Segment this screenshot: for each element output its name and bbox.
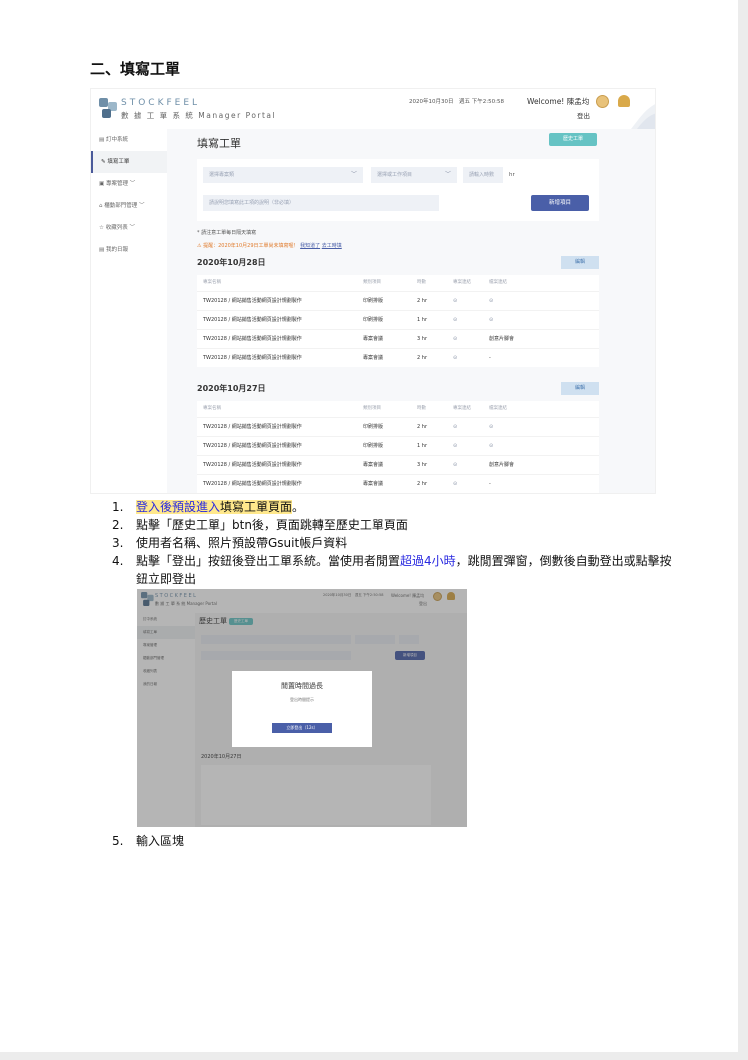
table-row[interactable]: TW20128 / 網站銷售活動網頁設計規劃製作 印刷排版 1 hr ⊝ ⊝ [197,436,599,455]
page-bottom-gutter [0,1052,748,1060]
notification-bell-icon[interactable] [618,95,630,107]
logout-link[interactable]: 登出 [577,110,590,120]
description-input[interactable]: 請說明您填寫此工項的說明（非必填） [203,195,439,211]
link-icon: ⊝ [489,317,494,323]
link-icon: ⊝ [453,355,458,361]
list-item: 4. 點擊「登出」按鈕後登出工單系統。當使用者閒置超過4小時，跳閒置彈窗，倒數後自… [112,554,672,586]
page-title: 填寫工單 [197,137,241,150]
hours-input[interactable]: 請輸入時數 [463,167,503,183]
fill-rule-note: * 請注意工單每日隔天填寫 [197,230,257,236]
dismiss-link[interactable]: 我知道了 [300,243,320,249]
list-item: 2. 點擊「歷史工單」btn後，頁面跳轉至歷史工單頁面 [112,518,408,532]
chevron-down-icon: ﹀ [444,171,451,178]
page-right-gutter [738,0,748,1060]
sidebar-item-daily[interactable]: ▤ 我的日報 [91,239,167,261]
link-icon: ⊝ [489,424,494,430]
table-header: 專案名稱 類別項目 時數 專案連結 檔案連結 [203,406,507,411]
table-row[interactable]: TW20128 / 網站銷售活動網頁設計規劃製作 專案會議 3 hr ⊝ 創意片腳會 [197,455,599,474]
sidebar-item-write-ticket[interactable]: ✎ 填寫工單 [91,151,167,173]
go-fill-link[interactable]: 去工時填 [322,243,342,249]
work-item-select[interactable]: 選擇或工作項目 ﹀ [371,167,457,183]
chevron-down-icon: ﹀ [350,171,357,178]
idle-logout-screenshot: STOCKFEEL 數 據 工 單 系 統 Manager Portal 202… [137,589,467,827]
main-content: 填寫工單 歷史工單 選擇專案類 ﹀ 選擇或工作項目 ﹀ 請輸入時數 hr 請說明您填… [167,129,655,493]
welcome-text: Welcome! 陳孟均 [527,97,590,106]
link-icon: ⊝ [453,336,458,342]
table-row[interactable]: TW20128 / 網站銷售活動網頁設計規劃製作 印刷排版 1 hr ⊝ ⊝ [197,310,599,329]
day-date: 2020年10月28日 [197,258,266,267]
stockfeel-logo-icon [99,98,117,120]
project-select[interactable]: 選擇專案類 ﹀ [203,167,363,183]
header-decoration-icon [631,104,655,129]
table-row[interactable]: TW20128 / 網站銷售活動網頁設計規劃製作 專案會議 3 hr ⊝ 創意片腳會 [197,329,599,348]
table-row[interactable]: TW20128 / 網站銷售活動網頁設計規劃製作 專案會議 2 hr ⊝ - [197,474,599,493]
reminder-note: ⚠ 提醒：2020年10月29日工單尚未填寫喔！ 我知道了 去工時填 [197,243,342,249]
sidebar: ▤ 訂中系統 ✎ 填寫工單 ▣ 專案管理 ﹀ ⌂ 櫃動部門管理 ﹀ ☆ 收藏列表… [91,129,167,493]
edit-button[interactable]: 編輯 [561,256,599,269]
link-icon: ⊝ [453,481,458,487]
requirement-list: 1. 登入後預設進入填寫工單頁面。 2. 點擊「歷史工單」btn後，頁面跳轉至歷史… [112,498,672,588]
sidebar-item-department[interactable]: ⌂ 櫃動部門管理 ﹀ [91,195,167,217]
brand-name: STOCKFEEL [121,98,201,108]
section-title: 二、填寫工單 [90,60,181,78]
day-date: 2020年10月27日 [197,384,266,393]
link-icon: ⊝ [489,443,494,449]
add-item-button[interactable]: 新增項目 [531,195,589,211]
write-ticket-screenshot: STOCKFEEL 數 據 工 單 系 統 Manager Portal 202… [90,88,656,494]
link-icon: ⊝ [489,298,494,304]
requirement-list-cont: 5. 輸入區塊 [112,832,672,850]
list-item: 3. 使用者名稱、照片預設帶Gsuit帳戶資料 [112,536,348,550]
sidebar-item-favorites[interactable]: ☆ 收藏列表 ﹀ [91,217,167,239]
link-icon: ⊝ [453,443,458,449]
list-item: 5. 輸入區塊 [112,834,185,848]
warning-icon: ⚠ [197,243,202,249]
table-row[interactable]: TW20128 / 網站銷售活動網頁設計規劃製作 專案會議 2 hr ⊝ - [197,348,599,367]
sidebar-item-project[interactable]: ▣ 專案管理 ﹀ [91,173,167,195]
avatar[interactable] [596,95,609,108]
idle-timeout-modal: 閒置時間過長 登出時間提示 立即登出（12s） [232,671,372,747]
list-item: 1. 登入後預設進入填寫工單頁面。 [112,500,305,514]
table-row[interactable]: TW20128 / 網站銷售活動網頁設計規劃製作 印刷排版 2 hr ⊝ ⊝ [197,291,599,310]
logout-now-button[interactable]: 立即登出（12s） [272,723,332,733]
entry-form: 選擇專案類 ﹀ 選擇或工作項目 ﹀ 請輸入時數 hr 請說明您填寫此工項的說明（非必… [197,159,599,221]
app-header: STOCKFEEL 數 據 工 單 系 統 Manager Portal 202… [91,89,655,129]
header-datetime: 2020年10月30日 週五 下午2:50:58 [409,99,504,105]
history-ticket-button[interactable]: 歷史工單 [549,133,597,146]
modal-subtitle: 登出時間提示 [290,697,314,702]
table-header: 專案名稱 類別項目 時數 專案連結 檔案連結 [203,280,507,285]
day-section: 2020年10月28日 編輯 專案名稱 類別項目 時數 專案連結 檔案連結 TW2012… [197,256,599,367]
portal-name: 數 據 工 單 系 統 Manager Portal [121,111,277,120]
edit-button[interactable]: 編輯 [561,382,599,395]
link-icon: ⊝ [453,424,458,430]
sidebar-item-system[interactable]: ▤ 訂中系統 [91,129,167,151]
link-icon: ⊝ [453,462,458,468]
modal-title: 閒置時間過長 [281,682,323,690]
link-icon: ⊝ [453,317,458,323]
table-row[interactable]: TW20128 / 網站銷售活動網頁設計規劃製作 印刷排版 2 hr ⊝ ⊝ [197,417,599,436]
link-icon: ⊝ [453,298,458,304]
hours-unit: hr [509,172,515,178]
day-section: 2020年10月27日 編輯 專案名稱 類別項目 時數 專案連結 檔案連結 TW2012… [197,382,599,493]
